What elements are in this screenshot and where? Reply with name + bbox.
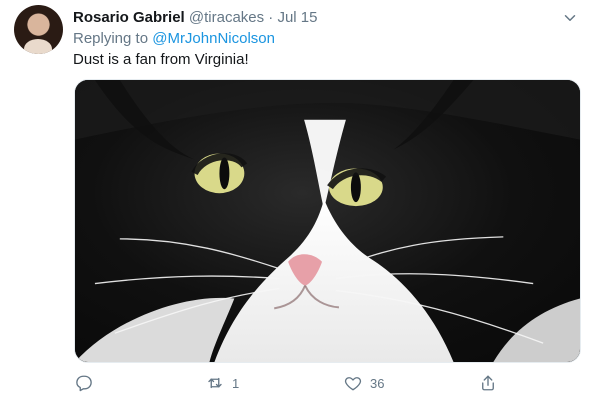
- chevron-down-icon[interactable]: [561, 9, 579, 27]
- cat-photo: [75, 80, 580, 362]
- like-button[interactable]: 36: [344, 370, 384, 396]
- share-icon: [482, 375, 494, 391]
- tweet-media[interactable]: [74, 79, 581, 363]
- author-name[interactable]: Rosario Gabriel: [73, 9, 185, 26]
- tweet-header: Rosario Gabriel @tiracakes · Jul 15: [73, 8, 318, 28]
- tweet-text: Dust is a fan from Virginia!: [73, 51, 249, 68]
- retweet-button[interactable]: 1: [206, 370, 239, 396]
- author-handle[interactable]: @tiracakes: [189, 9, 264, 26]
- retweet-icon: [208, 377, 222, 389]
- retweet-count: 1: [232, 375, 240, 391]
- tweet-actions: 1 36: [73, 370, 503, 400]
- avatar[interactable]: [14, 5, 63, 54]
- replying-to: Replying to @MrJohnNicolson: [73, 29, 275, 49]
- heart-icon: [344, 377, 362, 391]
- header-separator: ·: [268, 9, 274, 26]
- reply-mention-link[interactable]: @MrJohnNicolson: [152, 30, 275, 47]
- like-count: 36: [370, 375, 385, 391]
- reply-button[interactable]: [75, 370, 101, 396]
- replying-label: Replying to: [73, 30, 149, 47]
- share-button[interactable]: [479, 370, 505, 396]
- reply-icon: [76, 375, 92, 392]
- tweet-date[interactable]: Jul 15: [277, 9, 317, 26]
- tweet-card[interactable]: Rosario Gabriel @tiracakes · Jul 15 Repl…: [0, 0, 601, 405]
